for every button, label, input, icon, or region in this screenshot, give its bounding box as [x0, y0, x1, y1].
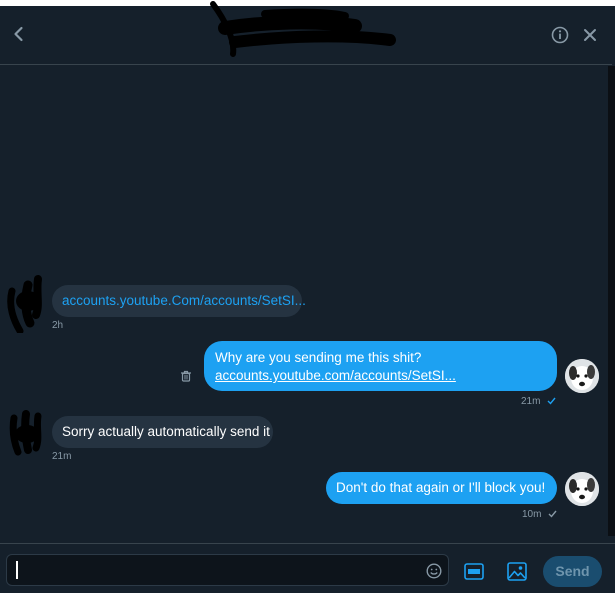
message-timestamp: 21m: [52, 451, 72, 462]
dm-conversation-panel: accounts.youtube.Com/accounts/SetSI... 2…: [0, 1, 615, 593]
redaction-scribble: [210, 1, 396, 57]
outgoing-message-bubble: Don't do that again or I'll block you!: [326, 472, 557, 504]
window-edge: [608, 66, 615, 536]
message-timestamp: 10m: [522, 509, 557, 520]
timestamp-text: 21m: [521, 396, 541, 407]
close-icon[interactable]: [582, 27, 598, 43]
gif-icon: [464, 563, 484, 580]
info-icon[interactable]: [551, 26, 569, 44]
user-avatar[interactable]: [565, 472, 599, 506]
gif-button[interactable]: [464, 563, 484, 580]
message-link[interactable]: accounts.youtube.com/accounts/SetSI...: [215, 367, 456, 385]
message-composer: Send: [0, 543, 615, 593]
checkmark-icon: [547, 397, 556, 405]
message-text: Don't do that again or I'll block you!: [336, 480, 546, 495]
trash-icon[interactable]: [180, 370, 192, 382]
incoming-message-bubble: Sorry actually automatically send it: [52, 416, 273, 448]
outgoing-message-bubble: Why are you sending me this shit? accoun…: [204, 341, 557, 391]
redacted-avatar: [9, 410, 42, 456]
message-timestamp: 2h: [52, 320, 64, 331]
message-timestamp: 21m: [521, 396, 556, 407]
dog-avatar-image: [565, 472, 599, 506]
incoming-message-bubble: accounts.youtube.Com/accounts/SetSI...: [52, 285, 306, 317]
message-link[interactable]: accounts.youtube.Com/accounts/SetSI...: [62, 293, 306, 308]
dog-avatar-image: [565, 359, 599, 393]
message-text: Sorry actually automatically send it: [62, 424, 270, 439]
timestamp-text: 10m: [522, 509, 542, 520]
conversation-header: [0, 1, 612, 65]
redacted-avatar: [7, 275, 42, 333]
message-input[interactable]: [6, 554, 449, 586]
text-caret: [16, 561, 18, 579]
checkmark-icon: [548, 510, 557, 518]
user-avatar[interactable]: [565, 359, 599, 393]
image-icon[interactable]: [507, 562, 527, 581]
emoji-icon[interactable]: [426, 563, 442, 579]
send-button[interactable]: Send: [543, 556, 602, 587]
back-arrow-icon[interactable]: [10, 25, 28, 43]
message-text: Why are you sending me this shit?: [215, 350, 422, 365]
